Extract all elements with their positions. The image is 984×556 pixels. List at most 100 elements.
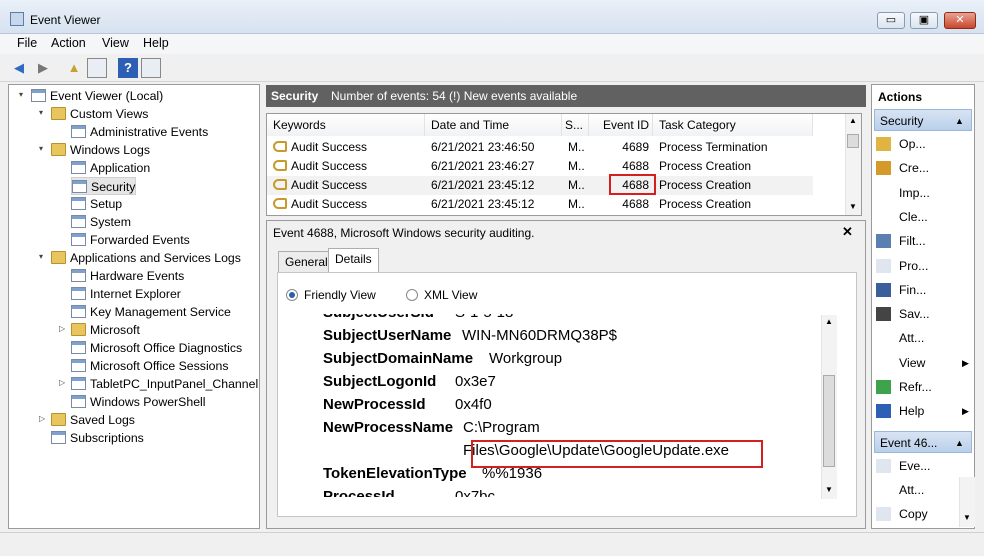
action-label: Refr... — [899, 380, 932, 394]
tree-item-microsoft-office-diagnostics[interactable]: Microsoft Office Diagnostics — [71, 339, 242, 357]
table-row[interactable]: Audit Success 6/21/2021 23:46:50 M.. 4689 Pr… — [267, 138, 813, 157]
menu-file[interactable]: File — [17, 36, 37, 50]
filter-icon — [876, 234, 891, 249]
back-icon[interactable]: ◀ — [9, 58, 29, 78]
action-label: Pro... — [899, 258, 929, 273]
collapse-arrow-icon[interactable]: ▾ — [39, 144, 43, 153]
tree-item-applications-and-services-logs[interactable]: Applications and Services Logs — [51, 249, 241, 267]
tree-item-custom-views[interactable]: Custom Views — [51, 105, 148, 123]
collapse-arrow-icon[interactable]: ▾ — [39, 108, 43, 117]
action-help[interactable]: Help ▶ — [876, 401, 972, 421]
tree-item-system[interactable]: System — [71, 213, 131, 231]
tree-item-label: Saved Logs — [70, 413, 135, 427]
table-row[interactable]: Audit Success 6/21/2021 23:45:12 M.. 4688 Pr… — [267, 195, 813, 214]
action-label: Att... — [899, 483, 925, 497]
scroll-down-icon[interactable]: ▼ — [825, 485, 833, 494]
menu-view[interactable]: View — [102, 36, 129, 50]
menu-action[interactable]: Action — [51, 36, 86, 50]
actions-scrollbar[interactable]: ▼ — [959, 477, 975, 527]
close-button[interactable]: ✕ — [944, 12, 976, 29]
column-task-category[interactable]: Task Category — [653, 114, 813, 136]
table-row[interactable]: Audit Success 6/21/2021 23:46:27 M.. 4688 Pr… — [267, 157, 813, 176]
collapse-arrow-icon[interactable]: ▾ — [39, 252, 43, 261]
tree-item-key-management-service[interactable]: Key Management Service — [71, 303, 231, 321]
action-cre[interactable]: Cre... — [876, 158, 929, 178]
tree-item-microsoft-office-sessions[interactable]: Microsoft Office Sessions — [71, 357, 229, 375]
collapse-icon[interactable]: ▲ — [955, 110, 964, 132]
action-label: Op... — [899, 137, 926, 151]
action-fin[interactable]: Fin... — [876, 280, 926, 300]
tree-item-microsoft[interactable]: Microsoft — [71, 321, 140, 339]
submenu-arrow-icon: ▶ — [962, 406, 969, 417]
close-detail-icon[interactable]: ✕ — [842, 224, 853, 240]
action-att[interactable]: Att... — [876, 328, 924, 348]
field-value: 0x7bc — [455, 488, 496, 497]
friendly-view-option[interactable]: Friendly View — [286, 288, 376, 302]
column-keywords[interactable]: Keywords — [267, 114, 425, 136]
tree-item-setup[interactable]: Setup — [71, 195, 122, 213]
tab-general[interactable]: General — [278, 251, 335, 273]
action-sav[interactable]: Sav... — [876, 304, 930, 324]
action-cle[interactable]: Cle... — [876, 207, 928, 227]
table-row[interactable]: Audit Success 6/21/2021 23:45:12 M.. 4688 Pr… — [267, 176, 813, 195]
scroll-down-icon[interactable]: ▼ — [849, 202, 857, 211]
xml-view-option[interactable]: XML View — [406, 288, 477, 302]
column-event-id[interactable]: Event ID — [589, 114, 653, 136]
column-date-time[interactable]: Date and Time — [425, 114, 562, 136]
column-source[interactable]: S... — [562, 114, 589, 136]
action-view[interactable]: View ▶ — [876, 353, 972, 373]
tree-item-security[interactable]: Security — [71, 177, 137, 195]
tree-item-windows-powershell[interactable]: Windows PowerShell — [71, 393, 206, 411]
scroll-down-icon[interactable]: ▼ — [963, 513, 971, 522]
scroll-up-icon[interactable]: ▲ — [825, 317, 833, 326]
expand-arrow-icon[interactable]: ▷ — [39, 414, 45, 423]
show-hide-action-pane-icon[interactable] — [141, 58, 161, 78]
menu-help[interactable]: Help — [143, 36, 169, 50]
actions-section-event[interactable]: Event 46... ▲ — [874, 431, 972, 453]
collapse-icon[interactable]: ▲ — [955, 432, 964, 454]
action-eve[interactable]: Eve... — [876, 456, 930, 476]
import-view-icon — [876, 185, 891, 200]
minimize-button[interactable]: ▭ — [877, 12, 905, 29]
task-category-cell: Process Creation — [659, 157, 809, 176]
tree-item-event-viewer-local-[interactable]: Event Viewer (Local) — [31, 87, 163, 105]
action-filt[interactable]: Filt... — [876, 231, 926, 251]
tab-details[interactable]: Details — [328, 248, 379, 273]
tree-item-subscriptions[interactable]: Subscriptions — [51, 429, 144, 447]
actions-section-security[interactable]: Security ▲ — [874, 109, 972, 131]
scroll-thumb[interactable] — [847, 134, 859, 148]
tree-item-windows-logs[interactable]: Windows Logs — [51, 141, 150, 159]
action-att[interactable]: Att... — [876, 480, 924, 500]
log-name: Security — [271, 89, 319, 103]
window-title: Event Viewer — [30, 13, 101, 27]
action-imp[interactable]: Imp... — [876, 183, 930, 203]
restore-button[interactable]: ▣ — [910, 12, 938, 29]
action-label: Cle... — [899, 209, 928, 224]
scroll-up-icon[interactable]: ▲ — [849, 116, 857, 125]
tree-item-saved-logs[interactable]: Saved Logs — [51, 411, 135, 429]
tree-item-label: Windows Logs — [70, 143, 150, 157]
tree-item-internet-explorer[interactable]: Internet Explorer — [71, 285, 181, 303]
action-op[interactable]: Op... — [876, 134, 926, 154]
scroll-thumb[interactable] — [823, 375, 835, 467]
tree-item-forwarded-events[interactable]: Forwarded Events — [71, 231, 190, 249]
tree-item-application[interactable]: Application — [71, 159, 150, 177]
event-list-scrollbar[interactable]: ▲ ▼ — [845, 114, 861, 215]
up-folder-icon[interactable]: ▲ — [64, 58, 84, 78]
action-pro[interactable]: Pro... — [876, 256, 928, 276]
expand-arrow-icon[interactable]: ▷ — [59, 324, 65, 333]
tree-item-hardware-events[interactable]: Hardware Events — [71, 267, 184, 285]
details-scrollbar[interactable]: ▲ ▼ — [821, 315, 837, 499]
event-viewer-icon — [31, 89, 46, 102]
tree-item-label: Setup — [90, 197, 123, 211]
show-hide-tree-icon[interactable] — [87, 58, 107, 78]
action-refr[interactable]: Refr... — [876, 377, 932, 397]
action-copy[interactable]: Copy▶ — [876, 504, 972, 524]
forward-icon[interactable]: ▶ — [33, 58, 53, 78]
tree-item-tabletpc-inputpanel-channel[interactable]: TabletPC_InputPanel_Channel — [71, 375, 258, 393]
tree-item-administrative-events[interactable]: Administrative Events — [71, 123, 208, 141]
collapse-arrow-icon[interactable]: ▾ — [19, 90, 23, 99]
help-icon[interactable]: ? — [118, 58, 138, 78]
key-icon — [273, 141, 287, 152]
expand-arrow-icon[interactable]: ▷ — [59, 378, 65, 387]
